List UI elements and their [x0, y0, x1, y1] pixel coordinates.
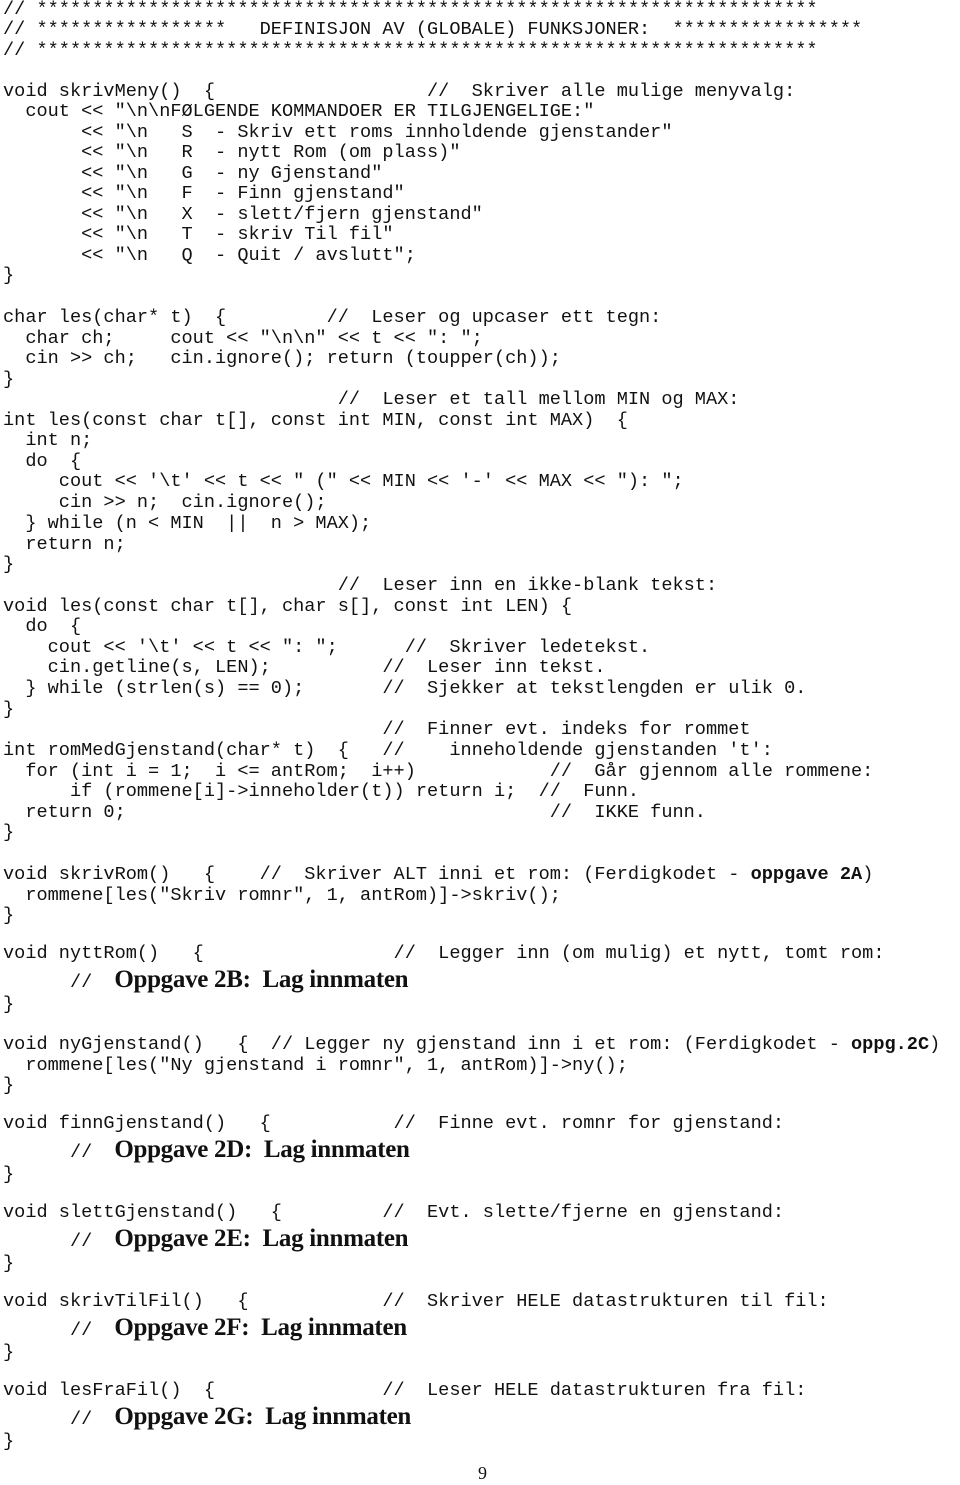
code-line: for (int i = 1; i <= antRom; i++) // Går…	[3, 761, 874, 782]
code-line: cin.getline(s, LEN); // Leser inn tekst.	[3, 657, 606, 678]
code-line: void skrivMeny() { // Skriver alle mulig…	[3, 81, 796, 102]
code-line: return n;	[3, 534, 126, 555]
comment-slashes: //	[70, 1142, 93, 1163]
code-line: do {	[3, 451, 82, 472]
code-line: << "\n R - nytt Rom (om plass)"	[3, 142, 461, 163]
code-line: }	[3, 822, 15, 843]
code-line: }	[3, 369, 15, 390]
code-line: void skrivRom() { // Skriver ALT inni et…	[3, 864, 874, 885]
code-line: int romMedGjenstand(char* t) { // inneho…	[3, 740, 773, 761]
code-line: void lesFraFil() { // Leser HELE datastr…	[3, 1380, 807, 1401]
task-placeholder: // Oppgave 2D: Lag innmaten	[70, 1136, 410, 1164]
comment-slashes: //	[70, 1409, 93, 1430]
code-line: cin >> ch; cin.ignore(); return (toupper…	[3, 348, 561, 369]
code-line: cout << '\t' << t << ": "; // Skriver le…	[3, 637, 651, 658]
task-ref-bold: oppg.2C	[851, 1034, 930, 1055]
code-line: cout << '\t' << t << " (" << MIN << '-' …	[3, 471, 684, 492]
code-line: }	[3, 1431, 15, 1452]
code-line: if (rommene[i]->inneholder(t)) return i;…	[3, 781, 640, 802]
code-line: }	[3, 1164, 15, 1185]
code-line: << "\n T - skriv Til fil"	[3, 224, 394, 245]
comment-slashes: //	[70, 1320, 93, 1341]
task-title: Oppgave 2B: Lag innmaten	[114, 966, 409, 993]
code-line: char les(char* t) { // Leser og upcaser …	[3, 307, 662, 328]
task-ref-bold: oppgave 2A	[750, 864, 863, 885]
code-line: << "\n S - Skriv ett roms innholdende gj…	[3, 122, 673, 143]
code-line: void les(const char t[], char s[], const…	[3, 596, 573, 617]
task-placeholder: // Oppgave 2F: Lag innmaten	[70, 1314, 407, 1342]
task-title: Oppgave 2G: Lag innmaten	[114, 1403, 412, 1430]
code-line: << "\n X - slett/fjern gjenstand"	[3, 204, 483, 225]
code-line: }	[3, 699, 15, 720]
task-placeholder: // Oppgave 2G: Lag innmaten	[70, 1403, 411, 1431]
code-line: } while (strlen(s) == 0); // Sjekker at …	[3, 678, 807, 699]
code-line: do {	[3, 616, 82, 637]
task-title: Oppgave 2D: Lag innmaten	[114, 1136, 410, 1163]
code-line: }	[3, 265, 15, 286]
task-placeholder: // Oppgave 2B: Lag innmaten	[70, 966, 409, 994]
code-line: } while (n < MIN || n > MAX);	[3, 513, 372, 534]
code-line: int les(const char t[], const int MIN, c…	[3, 410, 628, 431]
code-line: }	[3, 1253, 15, 1274]
code-line: }	[3, 994, 15, 1015]
comment-slashes: //	[70, 972, 93, 993]
code-line: }	[3, 1342, 15, 1363]
code-line: }	[3, 905, 15, 926]
header-stars-bottom: // *************************************…	[3, 40, 818, 61]
task-title: Oppgave 2E: Lag innmaten	[114, 1225, 409, 1252]
code-line: int n;	[3, 430, 93, 451]
code-line: void nyGjenstand() { // Legger ny gjenst…	[3, 1034, 941, 1055]
code-line: void skrivTilFil() { // Skriver HELE dat…	[3, 1291, 829, 1312]
code-line: // Leser inn en ikke-blank tekst:	[3, 575, 718, 596]
header-title: // ***************** DEFINISJON AV (GLOB…	[3, 19, 863, 40]
code-line: void finnGjenstand() { // Finne evt. rom…	[3, 1113, 785, 1134]
code-line: cin >> n; cin.ignore();	[3, 492, 327, 513]
header-stars-top: // *************************************…	[3, 0, 818, 20]
task-placeholder: // Oppgave 2E: Lag innmaten	[70, 1225, 409, 1253]
code-line: void nyttRom() { // Legger inn (om mulig…	[3, 943, 885, 964]
code-line: rommene[les("Ny gjenstand i romnr", 1, a…	[3, 1055, 628, 1076]
code-line: }	[3, 554, 15, 575]
task-title: Oppgave 2F: Lag innmaten	[114, 1314, 407, 1341]
code-line: }	[3, 1075, 15, 1096]
code-line: void slettGjenstand() { // Evt. slette/f…	[3, 1202, 785, 1223]
code-line: cout << "\n\nFØLGENDE KOMMANDOER ER TILG…	[3, 101, 595, 122]
code-line: rommene[les("Skriv romnr", 1, antRom)]->…	[3, 885, 561, 906]
code-line: // Leser et tall mellom MIN og MAX:	[3, 389, 740, 410]
code-line: << "\n G - ny Gjenstand"	[3, 163, 383, 184]
code-line: return 0; // IKKE funn.	[3, 802, 706, 823]
code-line: // Finner evt. indeks for rommet	[3, 719, 751, 740]
code-line: << "\n Q - Quit / avslutt";	[3, 245, 416, 266]
code-line: char ch; cout << "\n\n" << t << ": ";	[3, 328, 483, 349]
page-number: 9	[478, 1463, 487, 1483]
comment-slashes: //	[70, 1231, 93, 1252]
code-line: << "\n F - Finn gjenstand"	[3, 183, 405, 204]
